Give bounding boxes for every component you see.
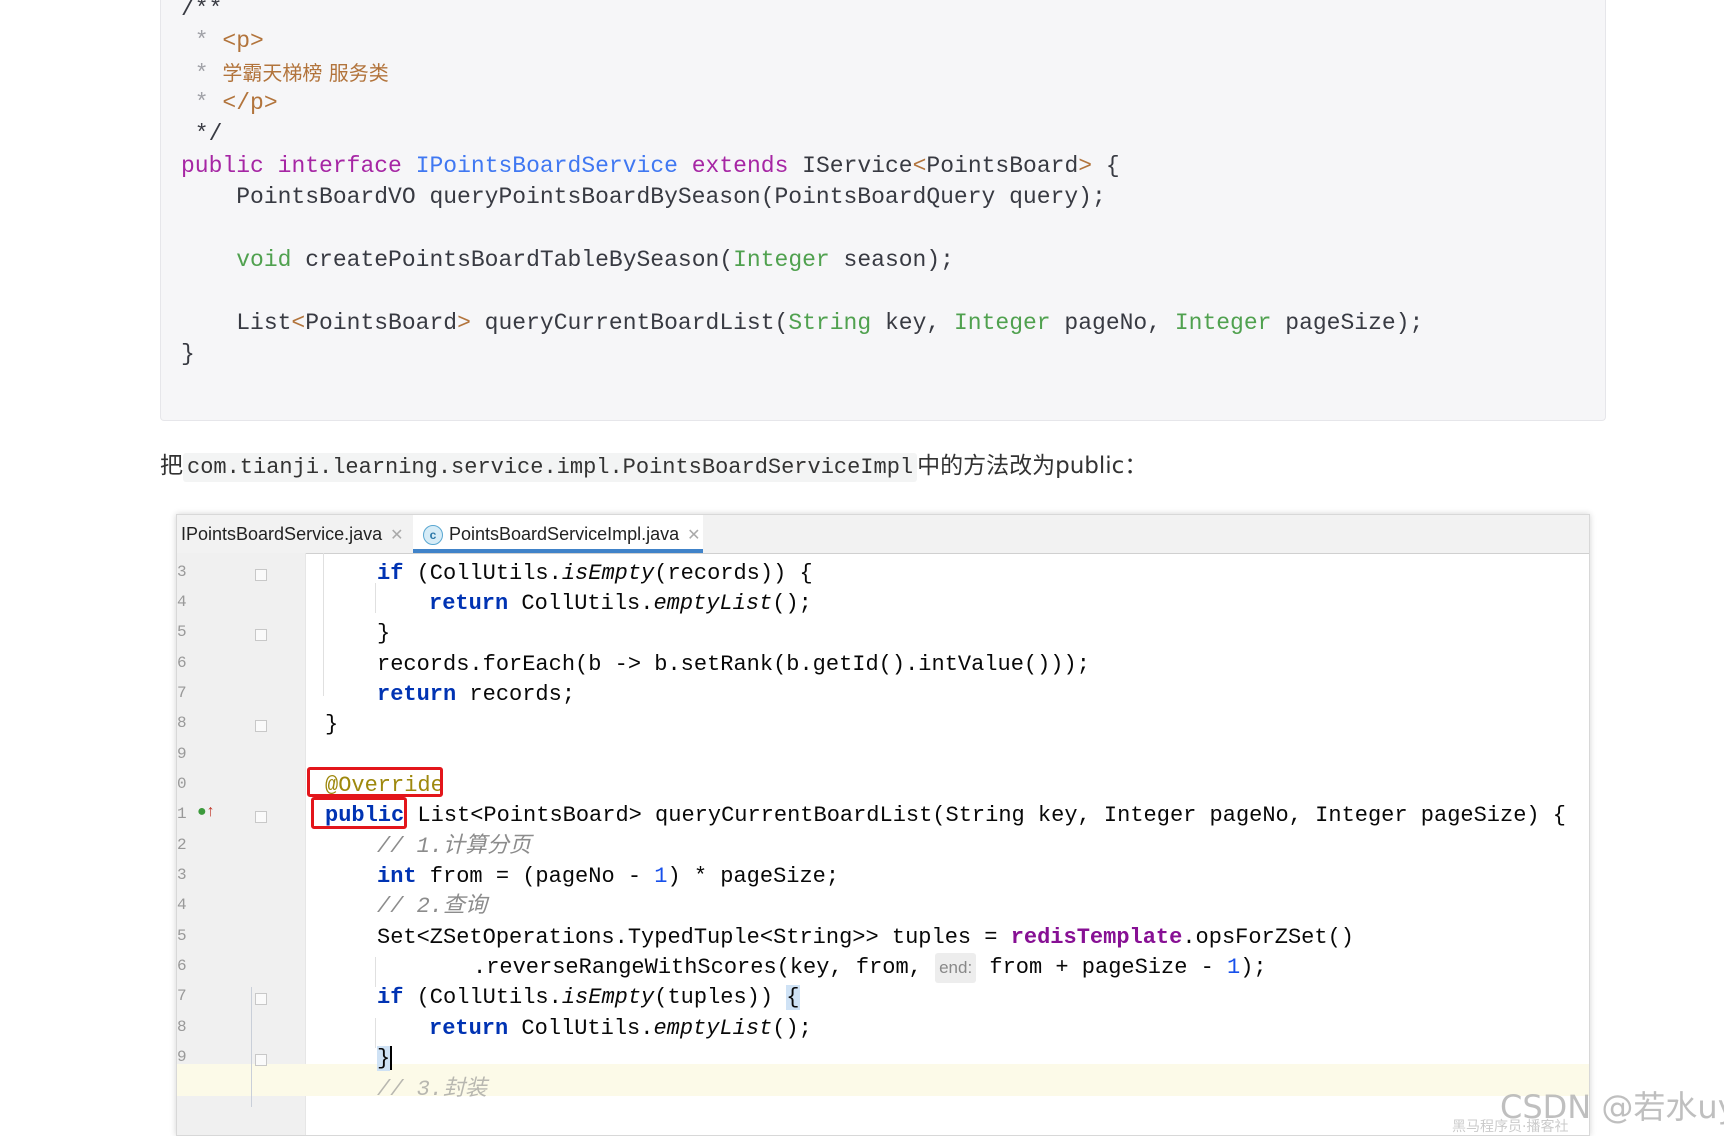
indent-guide (375, 957, 376, 987)
code-comment: // 2.查询 (377, 894, 488, 919)
ide-code-line: if (CollUtils.isEmpty(tuples)) { (377, 985, 800, 1010)
tab-pointsboardserviceimpl[interactable]: c PointsBoardServiceImpl.java ✕ (413, 515, 703, 553)
tab-label: PointsBoardServiceImpl.java (449, 524, 680, 544)
close-icon[interactable]: ✕ (390, 527, 403, 544)
fold-marker-icon[interactable] (255, 1054, 267, 1066)
line-number: 8 (177, 1018, 187, 1036)
code-line-9: void createPointsBoardTableBySeason(Inte… (236, 247, 954, 273)
indent-guide (375, 583, 376, 613)
ide-code-line: return CollUtils.emptyList(); (429, 1016, 812, 1041)
gutter-separator (305, 553, 306, 1135)
line-number: 9 (177, 745, 187, 763)
code-line-5: */ (181, 121, 223, 147)
line-number: 3 (177, 866, 187, 884)
editor-gutter (177, 553, 305, 1135)
fold-marker-icon[interactable] (255, 569, 267, 581)
implements-method-icon[interactable]: ●↑ (197, 803, 215, 821)
line-number: 5 (177, 623, 187, 641)
code-line-1: /** (181, 0, 223, 22)
ide-code-line: Set<ZSetOperations.TypedTuple<String>> t… (377, 925, 1354, 950)
method-signature-line: public List<PointsBoard> queryCurrentBoa… (325, 803, 1567, 828)
ide-code-line: } (377, 1046, 393, 1071)
code-line-7: PointsBoardVO queryPointsBoardBySeason(P… (181, 184, 1106, 210)
line-number: 3 (177, 563, 187, 581)
ide-code-line: int from = (pageNo - 1) * pageSize; (377, 864, 840, 889)
line-number: 7 (177, 987, 187, 1005)
tab-label: IPointsBoardService.java (181, 524, 383, 544)
code-line-11: List<PointsBoard> queryCurrentBoardList(… (181, 310, 1424, 336)
line-number: 1 (177, 805, 187, 823)
line-number: 8 (177, 714, 187, 732)
ide-code-line: if (CollUtils.isEmpty(records)) { (377, 561, 813, 586)
line-number: 6 (177, 654, 187, 672)
line-number: 6 (177, 957, 187, 975)
ide-screenshot: IPointsBoardService.java ✕ c PointsBoardSe… (176, 514, 1590, 1136)
instruction-paragraph: 把 com.tianji.learning.service.impl.Points… (160, 448, 1147, 486)
inline-code-class-path: com.tianji.learning.service.impl.PointsB… (183, 453, 918, 482)
source-watermark: 黑马程序员·播客社 (1452, 1119, 1569, 1135)
line-number: 4 (177, 593, 187, 611)
fold-marker-icon[interactable] (255, 629, 267, 641)
code-comment-zh: 学霸天梯榜 服务类 (222, 61, 389, 85)
indent-guide (251, 987, 252, 1107)
fold-marker-icon[interactable] (255, 720, 267, 732)
para-suffix: 中的方法改为public： (917, 453, 1148, 479)
text-caret (390, 1046, 393, 1071)
ide-code-line: return CollUtils.emptyList(); (429, 591, 812, 616)
class-icon: c (423, 525, 443, 546)
code-line-2: * <p> (181, 28, 264, 54)
ide-code-line: return records; (377, 682, 576, 707)
line-number: 4 (177, 896, 187, 914)
line-number: 5 (177, 927, 187, 945)
fold-marker-icon[interactable] (255, 993, 267, 1005)
tab-ipointsboardservice[interactable]: IPointsBoardService.java ✕ (181, 515, 407, 553)
code-line-12: } (181, 341, 195, 367)
para-prefix: 把 (160, 453, 183, 479)
indent-guide (375, 1018, 376, 1048)
highlight-box-override (307, 767, 443, 797)
ide-code-line: } (325, 712, 339, 737)
line-number: 9 (177, 1048, 187, 1066)
ide-code-line: records.forEach(b -> b.setRank(b.getId()… (377, 652, 1090, 677)
code-comment: // 3.封装 (377, 1077, 488, 1102)
line-number: 7 (177, 684, 187, 702)
close-icon[interactable]: ✕ (687, 527, 700, 544)
code-block: /** * <p> * 学霸天梯榜 服务类 * </p> */ public i… (160, 0, 1606, 421)
indent-guide (323, 553, 324, 696)
editor-tab-bar: IPointsBoardService.java ✕ c PointsBoardSe… (177, 515, 1589, 554)
ide-code-line: } (377, 621, 391, 646)
highlight-box-public (311, 797, 407, 829)
line-number: 2 (177, 836, 187, 854)
parameter-hint: end: (935, 953, 977, 983)
code-line-4: * </p> (181, 90, 278, 116)
line-number: 0 (177, 775, 187, 793)
code-line-6: public interface IPointsBoardService ext… (181, 153, 1120, 179)
code-comment: // 1.计算分页 (377, 834, 532, 859)
ide-code-line: .reverseRangeWithScores(key, from, end: … (473, 953, 1267, 983)
fold-marker-icon[interactable] (255, 811, 267, 823)
